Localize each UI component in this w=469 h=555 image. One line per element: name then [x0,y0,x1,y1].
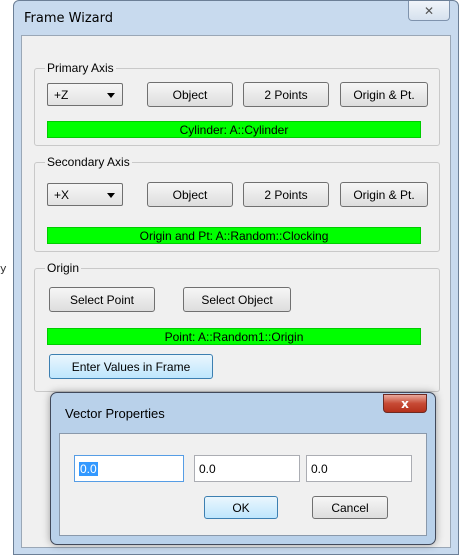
close-button[interactable]: ✕ [408,1,450,21]
origin-status-bar: Point: A::Random1::Origin [47,328,421,345]
close-icon: ✕ [423,3,435,18]
vector-properties-dialog: Vector Properties x 0.0 0.0 0.0 OK Cance… [50,392,436,545]
x-value-field[interactable]: 0.0 [74,455,184,482]
dialog-client-area: 0.0 0.0 0.0 OK Cancel [59,433,427,536]
primary-axis-label: Primary Axis [45,61,116,75]
z-value-text: 0.0 [311,461,328,476]
secondary-status-bar: Origin and Pt: A::Random::Clocking [47,227,421,244]
dialog-close-button[interactable]: x [383,394,427,413]
secondary-axis-select[interactable]: +X [47,183,123,206]
y-value-text: 0.0 [199,461,216,476]
primary-2-points-button[interactable]: 2 Points [243,82,329,107]
z-value-field[interactable]: 0.0 [306,455,412,482]
x-value-text: 0.0 [79,461,98,476]
chevron-down-icon [107,93,115,98]
secondary-2-points-button[interactable]: 2 Points [243,182,329,207]
stray-text: y [0,262,7,275]
chevron-down-icon [107,193,115,198]
origin-group: Origin Select Point Select Object Point:… [34,261,440,392]
origin-label: Origin [45,261,82,275]
primary-axis-select[interactable]: +Z [47,83,123,106]
ok-button[interactable]: OK [204,496,278,519]
cancel-button[interactable]: Cancel [312,496,388,519]
window-title: Frame Wizard [24,11,113,26]
secondary-object-button[interactable]: Object [147,182,233,207]
secondary-axis-value: +X [54,187,70,202]
primary-axis-group: Primary Axis +Z Object 2 Points Origin &… [34,61,440,146]
secondary-axis-label: Secondary Axis [45,155,132,169]
primary-axis-value: +Z [54,87,69,102]
primary-status-bar: Cylinder: A::Cylinder [47,121,421,138]
secondary-axis-group: Secondary Axis +X Object 2 Points Origin… [34,155,440,252]
select-point-button[interactable]: Select Point [49,287,155,312]
dialog-title: Vector Properties [65,406,165,421]
close-icon: x [401,396,409,411]
select-object-button[interactable]: Select Object [183,287,291,312]
enter-values-button[interactable]: Enter Values in Frame [49,354,213,379]
primary-object-button[interactable]: Object [147,82,233,107]
y-value-field[interactable]: 0.0 [194,455,300,482]
secondary-origin-pt-button[interactable]: Origin & Pt. [340,182,428,207]
primary-origin-pt-button[interactable]: Origin & Pt. [340,82,428,107]
